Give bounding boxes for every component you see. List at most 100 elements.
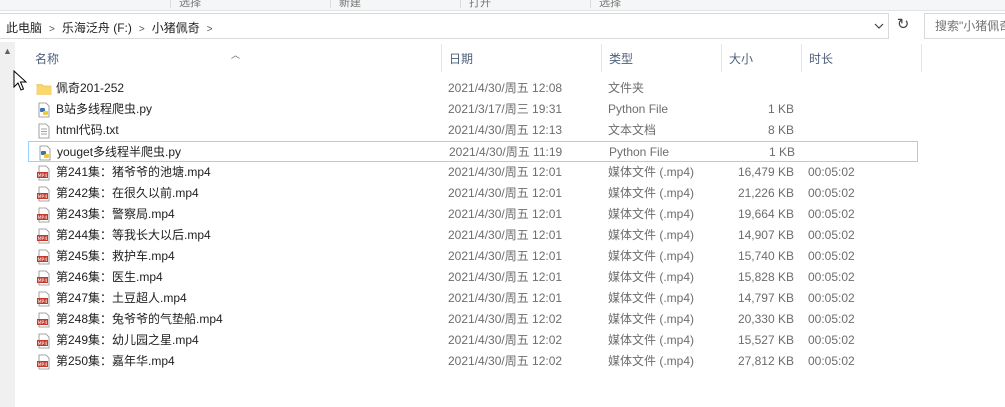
file-size: 15,740 KB [737, 249, 794, 263]
chevron-right-icon[interactable]: > [139, 24, 145, 35]
file-type: 媒体文件 (.mp4) [608, 186, 695, 200]
ribbon-tab[interactable]: 新建 [330, 0, 361, 9]
file-type: 媒体文件 (.mp4) [608, 270, 695, 284]
file-date: 2021/4/30/周五 12:01 [448, 207, 563, 221]
chevron-right-icon[interactable]: > [49, 24, 55, 35]
file-size: 1 KB [768, 145, 795, 159]
file-name-cell[interactable]: MP4 第250集：嘉年华.mp4 [36, 351, 436, 372]
refresh-icon[interactable]: ↻ [892, 14, 914, 36]
svg-text:MP4: MP4 [38, 215, 48, 221]
file-row[interactable]: MP4 第245集：救护车.mp4 2021/4/30/周五 12:01 媒体文件 (… [28, 246, 918, 267]
file-size: 20,330 KB [737, 312, 794, 326]
navigation-pane-scrollbar[interactable]: ▲ [0, 42, 15, 407]
file-name-cell[interactable]: MP4 第244集：等我长大以后.mp4 [36, 225, 436, 246]
ribbon-tab[interactable]: 选择 [170, 0, 201, 9]
file-date: 2021/4/30/周五 12:08 [448, 81, 563, 95]
scroll-up-arrow-icon[interactable]: ▲ [3, 46, 12, 56]
file-name: html代码.txt [56, 123, 119, 137]
chevron-right-icon[interactable]: > [207, 24, 213, 35]
column-header-size-label: 大小 [729, 52, 754, 66]
file-row[interactable]: MP4 第243集：警察局.mp4 2021/4/30/周五 12:01 媒体文件 (… [28, 204, 918, 225]
file-size: 15,527 KB [737, 333, 794, 347]
column-header-date[interactable]: 日期 [442, 44, 602, 72]
file-row[interactable]: MP4 第242集：在很久以前.mp4 2021/4/30/周五 12:01 媒体文件… [28, 183, 918, 204]
mp4-file-icon: MP4 [36, 333, 52, 349]
file-size: 15,828 KB [737, 270, 794, 284]
file-date: 2021/4/30/周五 11:19 [449, 145, 563, 159]
column-header-type-label: 类型 [609, 52, 634, 66]
column-header-size[interactable]: 大小 [722, 44, 802, 72]
file-type: 媒体文件 (.mp4) [608, 312, 695, 326]
file-type: 文件夹 [608, 81, 645, 95]
file-name-cell[interactable]: MP4 第241集：猪爷爷的池塘.mp4 [36, 162, 436, 183]
file-name: youget多线程半爬虫.py [57, 145, 182, 159]
file-size: 19,664 KB [737, 207, 794, 221]
breadcrumb-folder[interactable]: 小猪佩奇 [152, 21, 200, 35]
text-file-icon [36, 123, 52, 139]
file-name: 第248集：兔爷爷的气垫船.mp4 [56, 312, 223, 326]
file-row[interactable]: MP4 第249集：幼儿园之星.mp4 2021/4/30/周五 12:02 媒体文件… [28, 330, 918, 351]
search-input[interactable] [933, 15, 1005, 37]
svg-text:MP4: MP4 [38, 278, 48, 284]
file-name-cell[interactable]: MP4 第245集：救护车.mp4 [36, 246, 436, 267]
file-size: 21,226 KB [737, 186, 794, 200]
file-size: 14,907 KB [737, 228, 794, 242]
file-row[interactable]: MP4 第241集：猪爷爷的池塘.mp4 2021/4/30/周五 12:01 媒体文… [28, 162, 918, 183]
breadcrumb[interactable]: 此电脑 > 乐海泛舟 (F:) > 小猪佩奇 > [0, 13, 889, 39]
file-name-cell[interactable]: MP4 第243集：警察局.mp4 [36, 204, 436, 225]
ribbon-tab[interactable]: 选择 [590, 0, 621, 9]
mp4-file-icon: MP4 [36, 165, 52, 181]
file-name: 第245集：救护车.mp4 [56, 249, 175, 263]
file-date: 2021/4/30/周五 12:01 [448, 270, 563, 284]
file-name-cell[interactable]: MP4 第248集：兔爷爷的气垫船.mp4 [36, 309, 436, 330]
file-name-cell[interactable]: 佩奇201-252 [36, 78, 436, 99]
file-name: 第242集：在很久以前.mp4 [56, 186, 199, 200]
column-header-name[interactable]: 名称 ︿ [28, 44, 442, 72]
column-header-date-label: 日期 [449, 52, 474, 66]
file-name-cell[interactable]: youget多线程半爬虫.py [37, 142, 437, 163]
file-row[interactable]: MP4 第244集：等我长大以后.mp4 2021/4/30/周五 12:01 媒体文… [28, 225, 918, 246]
file-date: 2021/3/17/周三 19:31 [448, 102, 563, 116]
file-name-cell[interactable]: MP4 第246集：医生.mp4 [36, 267, 436, 288]
file-duration: 00:05:02 [808, 165, 855, 179]
file-size: 1 KB [767, 102, 794, 116]
file-type: 媒体文件 (.mp4) [608, 249, 695, 263]
file-date: 2021/4/30/周五 12:01 [448, 291, 563, 305]
column-header-duration[interactable]: 时长 [802, 44, 922, 72]
column-header-type[interactable]: 类型 [602, 44, 722, 72]
file-row[interactable]: MP4 第247集：土豆超人.mp4 2021/4/30/周五 12:01 媒体文件 … [28, 288, 918, 309]
file-name-cell[interactable]: B站多线程爬虫.py [36, 99, 436, 120]
svg-text:MP4: MP4 [38, 173, 48, 179]
file-row[interactable]: B站多线程爬虫.py 2021/3/17/周三 19:31 Python File 1… [28, 99, 918, 120]
breadcrumb-drive[interactable]: 乐海泛舟 (F:) [62, 21, 132, 35]
file-row[interactable]: html代码.txt 2021/4/30/周五 12:13 文本文档 8 KB [28, 120, 918, 141]
mp4-file-icon: MP4 [36, 249, 52, 265]
file-date: 2021/4/30/周五 12:01 [448, 228, 563, 242]
file-type: 文本文档 [608, 123, 657, 137]
file-duration: 00:05:02 [808, 186, 855, 200]
file-row[interactable]: youget多线程半爬虫.py 2021/4/30/周五 11:19 Python … [28, 141, 918, 162]
file-row[interactable]: 佩奇201-252 2021/4/30/周五 12:08 文件夹 [28, 78, 918, 99]
file-name-cell[interactable]: html代码.txt [36, 120, 436, 141]
file-duration: 00:05:02 [808, 354, 855, 368]
svg-text:MP4: MP4 [38, 320, 48, 326]
file-name-cell[interactable]: MP4 第249集：幼儿园之星.mp4 [36, 330, 436, 351]
file-row[interactable]: MP4 第248集：兔爷爷的气垫船.mp4 2021/4/30/周五 12:02 媒体… [28, 309, 918, 330]
file-name-cell[interactable]: MP4 第247集：土豆超人.mp4 [36, 288, 436, 309]
breadcrumb-this-pc[interactable]: 此电脑 [6, 21, 42, 35]
file-size [718, 78, 794, 99]
svg-text:MP4: MP4 [38, 341, 48, 347]
chevron-down-icon[interactable] [872, 18, 886, 34]
file-size: 14,797 KB [737, 291, 794, 305]
search-field[interactable] [924, 13, 1005, 39]
file-row[interactable]: MP4 第246集：医生.mp4 2021/4/30/周五 12:01 媒体文件 (.… [28, 267, 918, 288]
svg-text:MP4: MP4 [38, 194, 48, 200]
svg-text:MP4: MP4 [38, 236, 48, 242]
column-header-name-label: 名称 [35, 52, 60, 66]
file-name-cell[interactable]: MP4 第242集：在很久以前.mp4 [36, 183, 436, 204]
file-row[interactable]: MP4 第250集：嘉年华.mp4 2021/4/30/周五 12:02 媒体文件 (… [28, 351, 918, 372]
sort-ascending-icon: ︿ [231, 50, 241, 60]
svg-text:MP4: MP4 [38, 362, 48, 368]
ribbon-tab[interactable]: 打开 [460, 0, 491, 9]
ribbon-strip: 选择 新建 打开 选择 [0, 0, 1005, 11]
